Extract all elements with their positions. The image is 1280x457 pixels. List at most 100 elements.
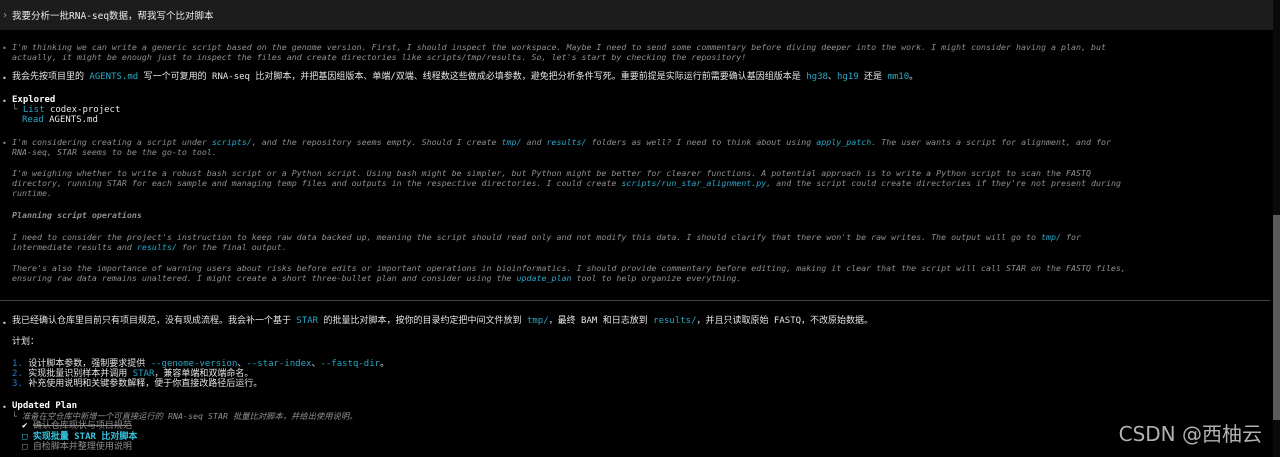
updated-plan-subtitle: └ 准备在空仓库中新增一个可直接运行的 RNA-seq STAR 批量比对脚本，… xyxy=(12,411,357,421)
thinking-line: I'm thinking we can write a generic scri… xyxy=(12,42,1106,52)
thinking-line: I'm considering creating a script under … xyxy=(12,137,1111,147)
step-text: ，兼容单端和双端命名。 xyxy=(154,369,254,379)
subtitle-text: 准备在空仓库中新增一个可直接运行的 RNA-seq STAR 批量比对脚本，并给… xyxy=(22,411,358,421)
scrollbar-thumb[interactable] xyxy=(1273,215,1280,420)
thinking-text: , and the repository seems empty. Should… xyxy=(251,137,502,147)
plan-item-text: 自检脚本并整理使用说明 xyxy=(32,442,132,452)
bullet-icon: • xyxy=(2,74,7,83)
explored-item: Read AGENTS.md xyxy=(12,115,98,125)
explored-item: └ List codex-project xyxy=(12,105,120,115)
bullet-icon: • xyxy=(2,319,7,328)
thinking-line: actually, it might be enough just to ins… xyxy=(12,52,747,62)
inline-code: mm10 xyxy=(887,72,910,82)
step-text: 补充使用说明和关键参数解释，便于你直接改路径后运行。 xyxy=(22,379,263,389)
thinking-text: directory, running STAR for each sample … xyxy=(12,178,622,188)
step-number: 1. xyxy=(12,359,23,369)
plan-step: 3. 补充使用说明和关键参数解释，便于你直接改路径后运行。 xyxy=(12,379,262,389)
inline-code: hg38 xyxy=(806,72,828,82)
plan-item-pending: □ 自检脚本并整理使用说明 xyxy=(22,442,132,452)
plan-item-completed: ✔ 确认仓库现状与项目规范 xyxy=(22,421,132,431)
thinking-heading: Planning script operations xyxy=(12,210,142,220)
thinking-text: I'm considering creating a script under xyxy=(12,137,212,147)
message-text: 写一个可复用的 RNA-seq 比对脚本，并把基因组版本、单端/双端、线程数这些… xyxy=(138,72,807,82)
step-text: 。 xyxy=(380,359,390,369)
explored-verb: Read xyxy=(22,115,44,125)
message-text: 我已经确认仓库里目前只有项目规范，没有现成流程。我会补一个基于 xyxy=(12,316,297,326)
thinking-text: for xyxy=(1061,232,1081,242)
thinking-line: I need to consider the project's instruc… xyxy=(12,232,1081,242)
inline-code: update_plan xyxy=(516,273,572,283)
message-text: 。 xyxy=(909,72,919,82)
inline-code: results/ xyxy=(136,242,177,252)
plan-step: 2. 实现批量识别样本并调用 STAR，兼容单端和双端命名。 xyxy=(12,369,253,379)
prompt-chevron-icon: › xyxy=(2,9,9,21)
explored-title: Explored xyxy=(12,95,56,105)
bullet-icon: • xyxy=(2,44,7,53)
inline-code: tmp/ xyxy=(1041,232,1061,242)
tree-branch-icon: └ xyxy=(12,105,18,115)
section-divider xyxy=(0,300,1270,301)
inline-code: scripts/ xyxy=(211,137,252,147)
inline-code: --fastq-dir xyxy=(320,359,381,369)
assistant-message: 我会先按项目里的 AGENTS.md 写一个可复用的 RNA-seq 比对脚本，… xyxy=(12,72,918,82)
plan-label: 计划： xyxy=(12,337,40,347)
inline-code: --genome-version xyxy=(150,359,238,369)
thinking-line: directory, running STAR for each sample … xyxy=(12,178,1121,188)
plan-item-active: □ 实现批量 STAR 比对脚本 xyxy=(22,432,137,442)
bullet-icon: • xyxy=(2,97,7,106)
plan-item-text: 确认仓库现状与项目规范 xyxy=(32,421,132,431)
message-text: 的批量比对脚本，按你的目录约定把中间文件放到 xyxy=(318,316,527,326)
explored-target: codex-project xyxy=(49,105,121,115)
message-text: ，并且只读取原始 FASTQ，不改原始数据。 xyxy=(696,316,874,326)
message-text: 、 xyxy=(827,72,837,82)
step-number: 2. xyxy=(12,369,23,379)
watermark: CSDN @西柚云 xyxy=(1118,422,1262,446)
inline-code: results/ xyxy=(546,137,587,147)
prompt-bar[interactable]: › 我要分析一批RNA-seq数据，帮我写个比对脚本 xyxy=(0,0,1273,30)
explored-verb: List xyxy=(22,105,45,115)
thinking-text: for the final output. xyxy=(176,242,287,252)
inline-code: scripts/run_star_alignment.py xyxy=(621,178,767,188)
thinking-text: ensuring raw data remains unaltered. I m… xyxy=(12,273,517,283)
checkbox-empty-icon: □ xyxy=(22,432,28,442)
thinking-text: folders as well? I need to think about u… xyxy=(586,137,817,147)
inline-code: STAR xyxy=(132,369,155,379)
thinking-text: . The user wants a script for alignment,… xyxy=(871,137,1111,147)
checkmark-icon: ✔ xyxy=(22,421,28,431)
thinking-line: There's also the importance of warning u… xyxy=(12,263,1126,273)
inline-code: apply_patch xyxy=(816,137,872,147)
plan-step: 1. 设计脚本参数，强制要求提供 --genome-version、--star… xyxy=(12,359,389,369)
step-number: 3. xyxy=(12,379,23,389)
message-text: 还是 xyxy=(858,72,888,82)
bullet-icon: • xyxy=(2,139,7,148)
thinking-line: RNA-seq, STAR seems to be the go-to tool… xyxy=(12,147,217,157)
inline-code: hg19 xyxy=(836,72,859,82)
step-text: 实现批量识别样本并调用 xyxy=(22,369,133,379)
bullet-icon: • xyxy=(2,403,7,412)
thinking-line: runtime. xyxy=(12,188,52,198)
inline-code: --star-index xyxy=(246,359,312,369)
inline-code: STAR xyxy=(296,316,319,326)
inline-code: tmp/ xyxy=(501,137,522,147)
inline-code: tmp/ xyxy=(526,316,549,326)
thinking-line: I'm weighing whether to write a robust b… xyxy=(12,168,1091,178)
assistant-message: 我已经确认仓库里目前只有项目规范，没有现成流程。我会补一个基于 STAR 的批量… xyxy=(12,316,873,326)
message-text: 我会先按项目里的 xyxy=(12,72,90,82)
tree-branch-icon: └ xyxy=(12,411,17,421)
thinking-line: ensuring raw data remains unaltered. I m… xyxy=(12,273,741,283)
thinking-text: I need to consider the project's instruc… xyxy=(12,232,1042,242)
prompt-text: 我要分析一批RNA-seq数据，帮我写个比对脚本 xyxy=(12,11,214,22)
message-text: ，最终 BAM 和日志放到 xyxy=(548,316,654,326)
step-text: 设计脚本参数，强制要求提供 xyxy=(22,359,151,369)
thinking-line: intermediate results and results/ for th… xyxy=(12,242,287,252)
explored-target: AGENTS.md xyxy=(49,115,98,125)
plan-item-text: 实现批量 STAR 比对脚本 xyxy=(32,432,138,442)
inline-code: results/ xyxy=(653,316,697,326)
thinking-text: tool to help organize everything. xyxy=(571,273,742,283)
thinking-text: intermediate results and xyxy=(12,242,137,252)
thinking-text: , and the script could create directorie… xyxy=(766,178,1121,188)
updated-plan-title: Updated Plan xyxy=(12,401,78,411)
thinking-text: and xyxy=(521,137,547,147)
checkbox-empty-icon: □ xyxy=(22,442,28,452)
inline-code: AGENTS.md xyxy=(89,72,139,82)
